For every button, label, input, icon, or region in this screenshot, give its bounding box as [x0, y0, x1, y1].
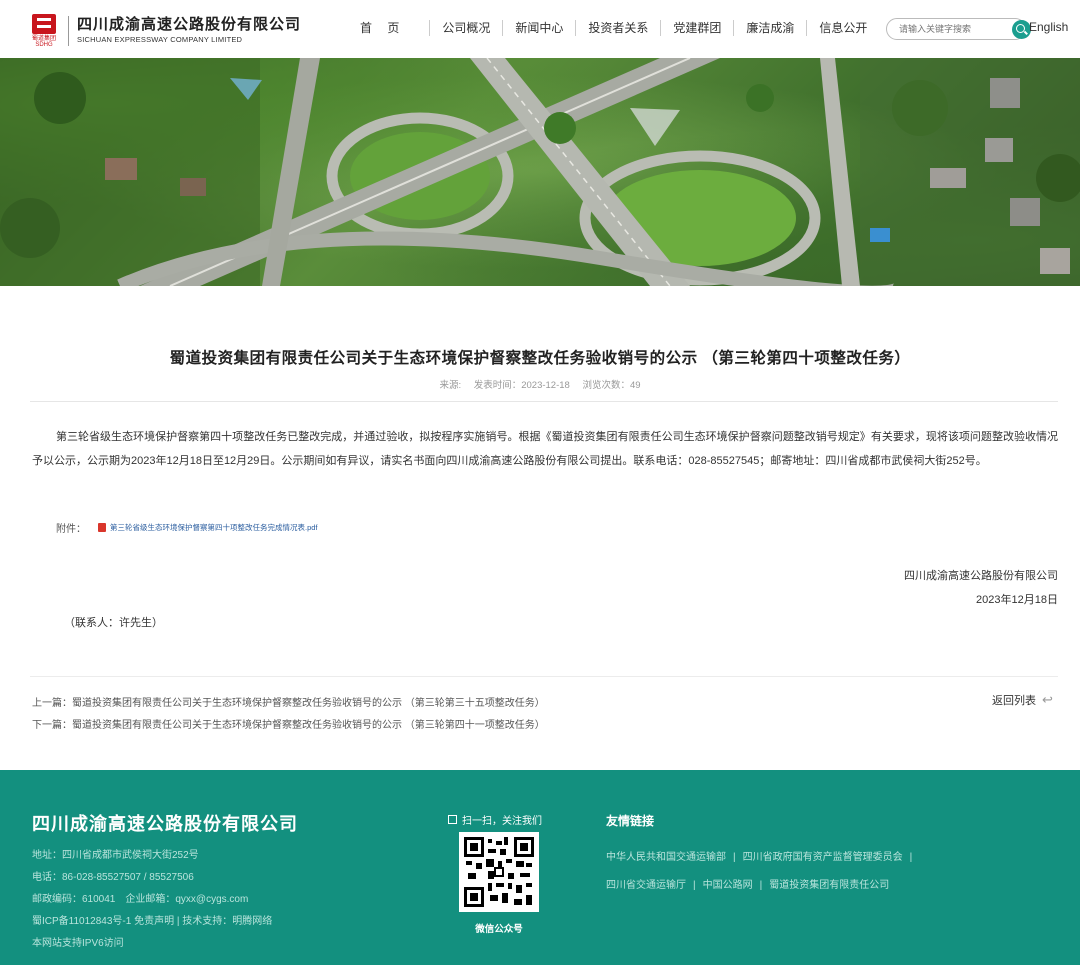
language-switch-english[interactable]: English — [1029, 20, 1068, 34]
highway-interchange-image — [0, 58, 1080, 286]
company-name-en: SICHUAN EXPRESSWAY COMPANY LIMITED — [77, 35, 243, 44]
signature-date: 2023年12月18日 — [976, 594, 1058, 606]
company-name-cn: 四川成渝高速公路股份有限公司 — [77, 16, 302, 33]
nav-news[interactable]: 新闻中心 — [503, 20, 577, 36]
main-nav: 首 页 公司概况 新闻中心 投资者关系 党建群团 廉洁成渝 信息公开 — [346, 20, 879, 36]
nav-integrity[interactable]: 廉洁成渝 — [734, 20, 808, 36]
friend-links-row-2: 四川省交通运输厅 | 中国公路网 | 蜀道投资集团有限责任公司 — [606, 880, 890, 891]
signature-organization: 四川成渝高速公路股份有限公司 — [904, 570, 1058, 582]
friend-links-row-1: 中华人民共和国交通运输部 | 四川省政府国有资产监督管理委员会 | — [606, 852, 913, 863]
qr-title-text: 扫一扫，关注我们 — [462, 816, 542, 827]
footer-icp[interactable]: 蜀ICP备11012843号-1 免责声明 | 技术支持：明腾网络 — [32, 912, 272, 927]
wechat-qr-code — [459, 832, 539, 912]
search-box — [886, 18, 1031, 40]
logo-divider — [68, 16, 69, 46]
site-header: 蜀道集团 SDHG 四川成渝高速公路股份有限公司 SICHUAN EXPRESS… — [0, 0, 1080, 58]
back-to-list-label: 返回列表 — [992, 695, 1036, 707]
article-body: 第三轮省级生态环境保护督察第四十项整改任务已整改完成，并通过验收，拟按程序实施销… — [32, 431, 1058, 467]
hero-banner — [0, 58, 1080, 286]
nav-investor-relations[interactable]: 投资者关系 — [576, 20, 662, 36]
nav-party-building[interactable]: 党建群团 — [661, 20, 735, 36]
friend-links-title: 友情链接 — [606, 814, 655, 828]
footer-ipv6: 本网站支持IPV6访问 — [32, 938, 124, 949]
link-sichuan-sasac[interactable]: 四川省政府国有资产监督管理委员会 — [743, 852, 903, 863]
contact-person: （联系人：许先生） — [64, 617, 163, 629]
qr-code-icon — [464, 837, 534, 907]
meta-publish-time: 发表时间：2023-12-18 — [473, 380, 570, 391]
back-to-list-button[interactable]: 返回列表 ↩ — [992, 692, 1053, 708]
title-divider — [30, 401, 1058, 402]
attachment-label: 附件： — [56, 524, 86, 535]
pager-divider — [30, 676, 1058, 677]
logo-mark-sub: 蜀道集团 SDHG — [31, 36, 56, 48]
previous-article-link[interactable]: 上一篇：蜀道投资集团有限责任公司关于生态环境保护督察整改任务验收销号的公示 （第… — [32, 694, 545, 709]
link-china-highway[interactable]: 中国公路网 — [703, 880, 753, 891]
footer-address: 地址：四川省成都市武侯祠大街252号 — [32, 850, 199, 861]
next-article-link[interactable]: 下一篇：蜀道投资集团有限责任公司关于生态环境保护督察整改任务验收销号的公示 （第… — [32, 716, 545, 731]
qr-label: 微信公众号 — [475, 924, 523, 935]
nav-home[interactable]: 首 页 — [346, 20, 431, 36]
footer-company-name: 四川成渝高速公路股份有限公司 — [32, 814, 298, 834]
scan-icon — [448, 815, 457, 824]
meta-source: 来源: — [439, 380, 462, 391]
site-footer: 四川成渝高速公路股份有限公司 地址：四川省成都市武侯祠大街252号 电话：86-… — [0, 770, 1080, 965]
meta-view-count: 浏览次数：49 — [582, 380, 641, 391]
search-input[interactable] — [899, 19, 1004, 39]
link-shudao-group[interactable]: 蜀道投资集团有限责任公司 — [769, 880, 889, 891]
attachment-row: 附件： 第三轮省级生态环境保护督察第四十项整改任务完成情况表.pdf — [56, 520, 318, 535]
sdhg-logo-icon: 蜀道集团 SDHG — [30, 14, 58, 48]
footer-phone: 电话：86-028-85527507 / 85527506 — [32, 872, 194, 883]
link-sichuan-transport-dept[interactable]: 四川省交通运输厅 — [606, 880, 686, 891]
attachment-link[interactable]: 第三轮省级生态环境保护督察第四十项整改任务完成情况表.pdf — [110, 522, 318, 533]
site-logo[interactable]: 蜀道集团 SDHG 四川成渝高速公路股份有限公司 SICHUAN EXPRESS… — [30, 14, 301, 48]
qr-title: 扫一扫，关注我们 — [448, 812, 542, 827]
pdf-file-icon — [98, 523, 106, 532]
footer-postal-email: 邮政编码：610041 企业邮箱：qyxx@cygs.com — [32, 894, 249, 905]
article-title: 蜀道投资集团有限责任公司关于生态环境保护督察整改任务验收销号的公示 （第三轮第四… — [169, 350, 911, 367]
nav-about[interactable]: 公司概况 — [430, 20, 504, 36]
return-arrow-icon: ↩ — [1042, 692, 1053, 707]
nav-disclosure[interactable]: 信息公开 — [807, 20, 879, 36]
link-ministry-transport[interactable]: 中华人民共和国交通运输部 — [606, 852, 726, 863]
article-meta: 来源: 发表时间：2023-12-18 浏览次数：49 — [0, 377, 1080, 391]
